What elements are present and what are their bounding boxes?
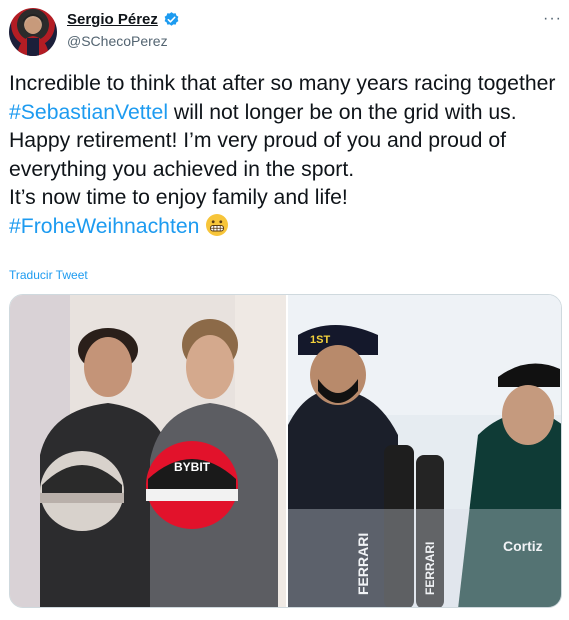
verified-badge-icon xyxy=(163,11,180,28)
photo-podium-celebration[interactable]: 1ST Cortiz FERRARI FERRARI xyxy=(288,295,561,607)
photo-drivers-with-helmets[interactable]: BYBIT xyxy=(10,295,286,607)
tweet-paragraph-4: #FroheWeihnachten xyxy=(9,213,561,242)
author-name-row: Sergio Pérez xyxy=(67,11,180,28)
more-options-icon[interactable]: ··· xyxy=(543,10,562,28)
translate-tweet-link[interactable]: Traducir Tweet xyxy=(9,268,88,282)
tweet-text: Incredible to think that after so many y… xyxy=(9,70,561,242)
avatar-image xyxy=(17,14,49,56)
tweet-paragraph-3: It’s now time to enjoy family and life! xyxy=(9,186,348,210)
hashtag-frohe-weihnachten[interactable]: #FroheWeihnachten xyxy=(9,215,199,238)
author-name[interactable]: Sergio Pérez xyxy=(67,11,158,28)
text-segment: Incredible to think that after so many y… xyxy=(9,72,556,95)
author-handle[interactable]: @SChecoPerez xyxy=(67,33,168,49)
cap-label-text: 1ST xyxy=(310,334,330,346)
tweet-paragraph-2: Happy retirement! I’m very proud of you … xyxy=(9,129,506,181)
tweet-media[interactable]: BYBIT 1ST Cortiz FERRARI FERRARI xyxy=(9,294,562,608)
profile-avatar[interactable] xyxy=(9,8,57,56)
tweet: Sergio Pérez @SChecoPerez ··· Incredible… xyxy=(0,0,569,620)
text-segment: will not longer be on the grid with us. xyxy=(168,100,517,124)
grimacing-face-emoji-icon xyxy=(205,213,229,237)
helmet-brand-text: BYBIT xyxy=(174,460,211,474)
hashtag-sebastian-vettel[interactable]: #SebastianVettel xyxy=(9,101,168,124)
tweet-paragraph-1: Incredible to think that after so many y… xyxy=(9,70,561,127)
